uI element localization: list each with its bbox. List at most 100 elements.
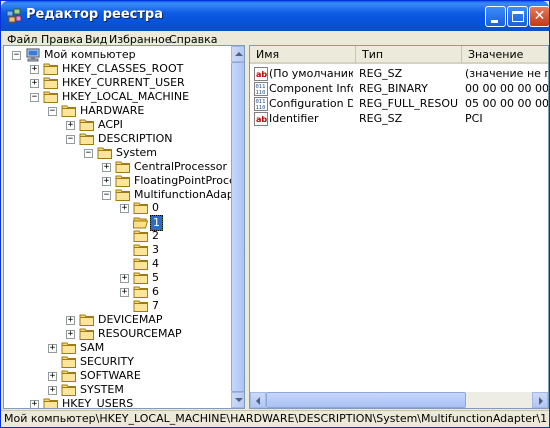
binary-value-icon: 011 110 (254, 97, 268, 111)
folder-icon (79, 118, 95, 132)
arrow-left-icon (256, 397, 260, 405)
value-type: REG_SZ (359, 67, 403, 80)
folder-icon (61, 341, 77, 355)
collapse-icon[interactable]: − (84, 149, 93, 158)
expand-icon[interactable]: + (48, 386, 57, 395)
collapse-icon[interactable]: − (66, 135, 75, 144)
computer-icon (25, 48, 41, 62)
arrow-up-icon (235, 52, 243, 56)
value-data: PCI (465, 112, 483, 125)
tree-node-label: FloatingPointProcessor (134, 174, 244, 187)
collapse-icon[interactable]: − (102, 191, 111, 200)
folder-icon (79, 313, 95, 327)
collapse-icon[interactable]: − (48, 107, 57, 116)
expand-icon[interactable]: + (66, 121, 75, 130)
value-type: REG_SZ (359, 112, 403, 125)
maximize-button[interactable] (507, 6, 528, 27)
horizontal-scroll-thumb[interactable] (266, 392, 466, 408)
expand-icon[interactable]: + (102, 163, 111, 172)
maximize-icon (512, 11, 524, 22)
expand-icon[interactable]: + (48, 372, 57, 381)
tree-node-label: SECURITY (80, 355, 134, 368)
scroll-down-button[interactable] (231, 392, 244, 408)
expand-icon[interactable]: + (120, 274, 129, 283)
column-header-type[interactable]: Тип (356, 46, 462, 64)
tree-node-label: System (116, 146, 158, 159)
expand-icon[interactable]: + (30, 79, 39, 88)
scroll-thumb[interactable] (231, 62, 244, 392)
folder-icon (115, 160, 131, 174)
tree-node-label: 2 (152, 229, 159, 242)
collapse-icon[interactable]: − (12, 51, 21, 60)
svg-text:ab: ab (256, 115, 267, 124)
folder-icon (61, 355, 77, 369)
tree-node-label: ACPI (98, 118, 123, 131)
tree-node-label: DEVICEMAP (98, 313, 163, 326)
window-title: Редактор реестра (26, 7, 163, 22)
value-data: 00 00 00 00 00 00 00 00 (465, 82, 549, 95)
column-header-name[interactable]: Имя (250, 46, 356, 64)
value-row[interactable]: ab(По умолчанию) REG_SZ (значение не присв… (250, 66, 548, 82)
status-path: Мой компьютер\HKEY_LOCAL_MACHINE\HARDWAR… (4, 412, 548, 425)
registry-values-list[interactable]: Имя Тип Значение ab (По умолчанию) REG_SZ(… (249, 45, 549, 409)
close-button[interactable]: ✕ (529, 6, 549, 27)
status-bar: Мой компьютер\HKEY_LOCAL_MACHINE\HARDWAR… (1, 410, 549, 427)
list-horizontal-scrollbar[interactable] (250, 392, 548, 408)
tree-node-label: 6 (152, 285, 159, 298)
scroll-right-button[interactable] (532, 392, 548, 408)
folder-icon (133, 201, 149, 215)
value-name: Identifier (269, 112, 319, 125)
title-bar[interactable]: Редактор реестра ✕ (1, 1, 549, 31)
tree-node-label: CentralProcessor (134, 160, 228, 173)
minimize-button[interactable] (485, 6, 506, 27)
expand-icon[interactable]: + (102, 177, 111, 186)
expand-icon[interactable]: + (120, 288, 129, 297)
arrow-down-icon (235, 398, 243, 402)
tree-node-label: HKEY_USERS (62, 397, 134, 409)
folder-icon (79, 132, 95, 146)
collapse-icon[interactable]: − (30, 93, 39, 102)
expand-icon[interactable]: + (120, 204, 129, 213)
tree-node-label: Мой компьютер (44, 48, 136, 61)
value-row[interactable]: 011110Component Information REG_BINARY 00 … (250, 81, 549, 97)
svg-text:ab: ab (256, 70, 267, 79)
tree-node-label: 5 (152, 271, 159, 284)
tree-vertical-scrollbar[interactable] (231, 46, 244, 408)
tree-node-label: HARDWARE (80, 104, 145, 117)
value-name: Configuration Data (269, 97, 353, 110)
tree-node-label: RESOURCEMAP (98, 327, 182, 340)
tree-node-label: DESCRIPTION (98, 132, 173, 145)
expand-icon[interactable]: + (66, 316, 75, 325)
tree-node-label: HKEY_LOCAL_MACHINE (62, 90, 190, 103)
registry-editor-window: Редактор реестра ✕ Файл Правка Вид Избра… (0, 0, 550, 428)
scroll-left-button[interactable] (250, 392, 266, 408)
tree-node-label: 0 (152, 201, 159, 214)
value-row[interactable]: ab Identifier REG_SZ PCI (250, 111, 548, 127)
folder-icon (133, 271, 149, 285)
expand-icon[interactable]: + (30, 65, 39, 74)
open-folder-icon (133, 215, 149, 229)
expand-icon[interactable]: + (66, 330, 75, 339)
expand-icon[interactable]: + (30, 400, 39, 408)
minimize-icon (491, 20, 498, 23)
tree-node-label: 1 (150, 215, 163, 231)
tree-node-label: SOFTWARE (80, 369, 141, 382)
string-value-icon: ab (254, 112, 268, 126)
value-row[interactable]: 011110Configuration Data REG_FULL_RESOURC… (250, 96, 548, 112)
tree-node-label: 7 (152, 299, 159, 312)
folder-icon (133, 257, 149, 271)
string-value-icon: ab (254, 67, 268, 81)
value-type: REG_BINARY (359, 82, 428, 95)
folder-icon (61, 369, 77, 383)
expand-icon[interactable]: + (48, 344, 57, 353)
folder-icon (43, 90, 59, 104)
tree-node-label: 3 (152, 243, 159, 256)
column-header-data[interactable]: Значение (462, 46, 548, 64)
scroll-up-button[interactable] (231, 46, 244, 62)
folder-icon (79, 327, 95, 341)
folder-icon (43, 397, 59, 408)
tree-node-label: SAM (80, 341, 105, 354)
registry-app-icon (6, 8, 22, 23)
registry-key-tree[interactable]: + HKEY_USERS + SYSTEM + SOFTWARE SECURITY + SAM +… (3, 45, 245, 409)
folder-icon (115, 174, 131, 188)
